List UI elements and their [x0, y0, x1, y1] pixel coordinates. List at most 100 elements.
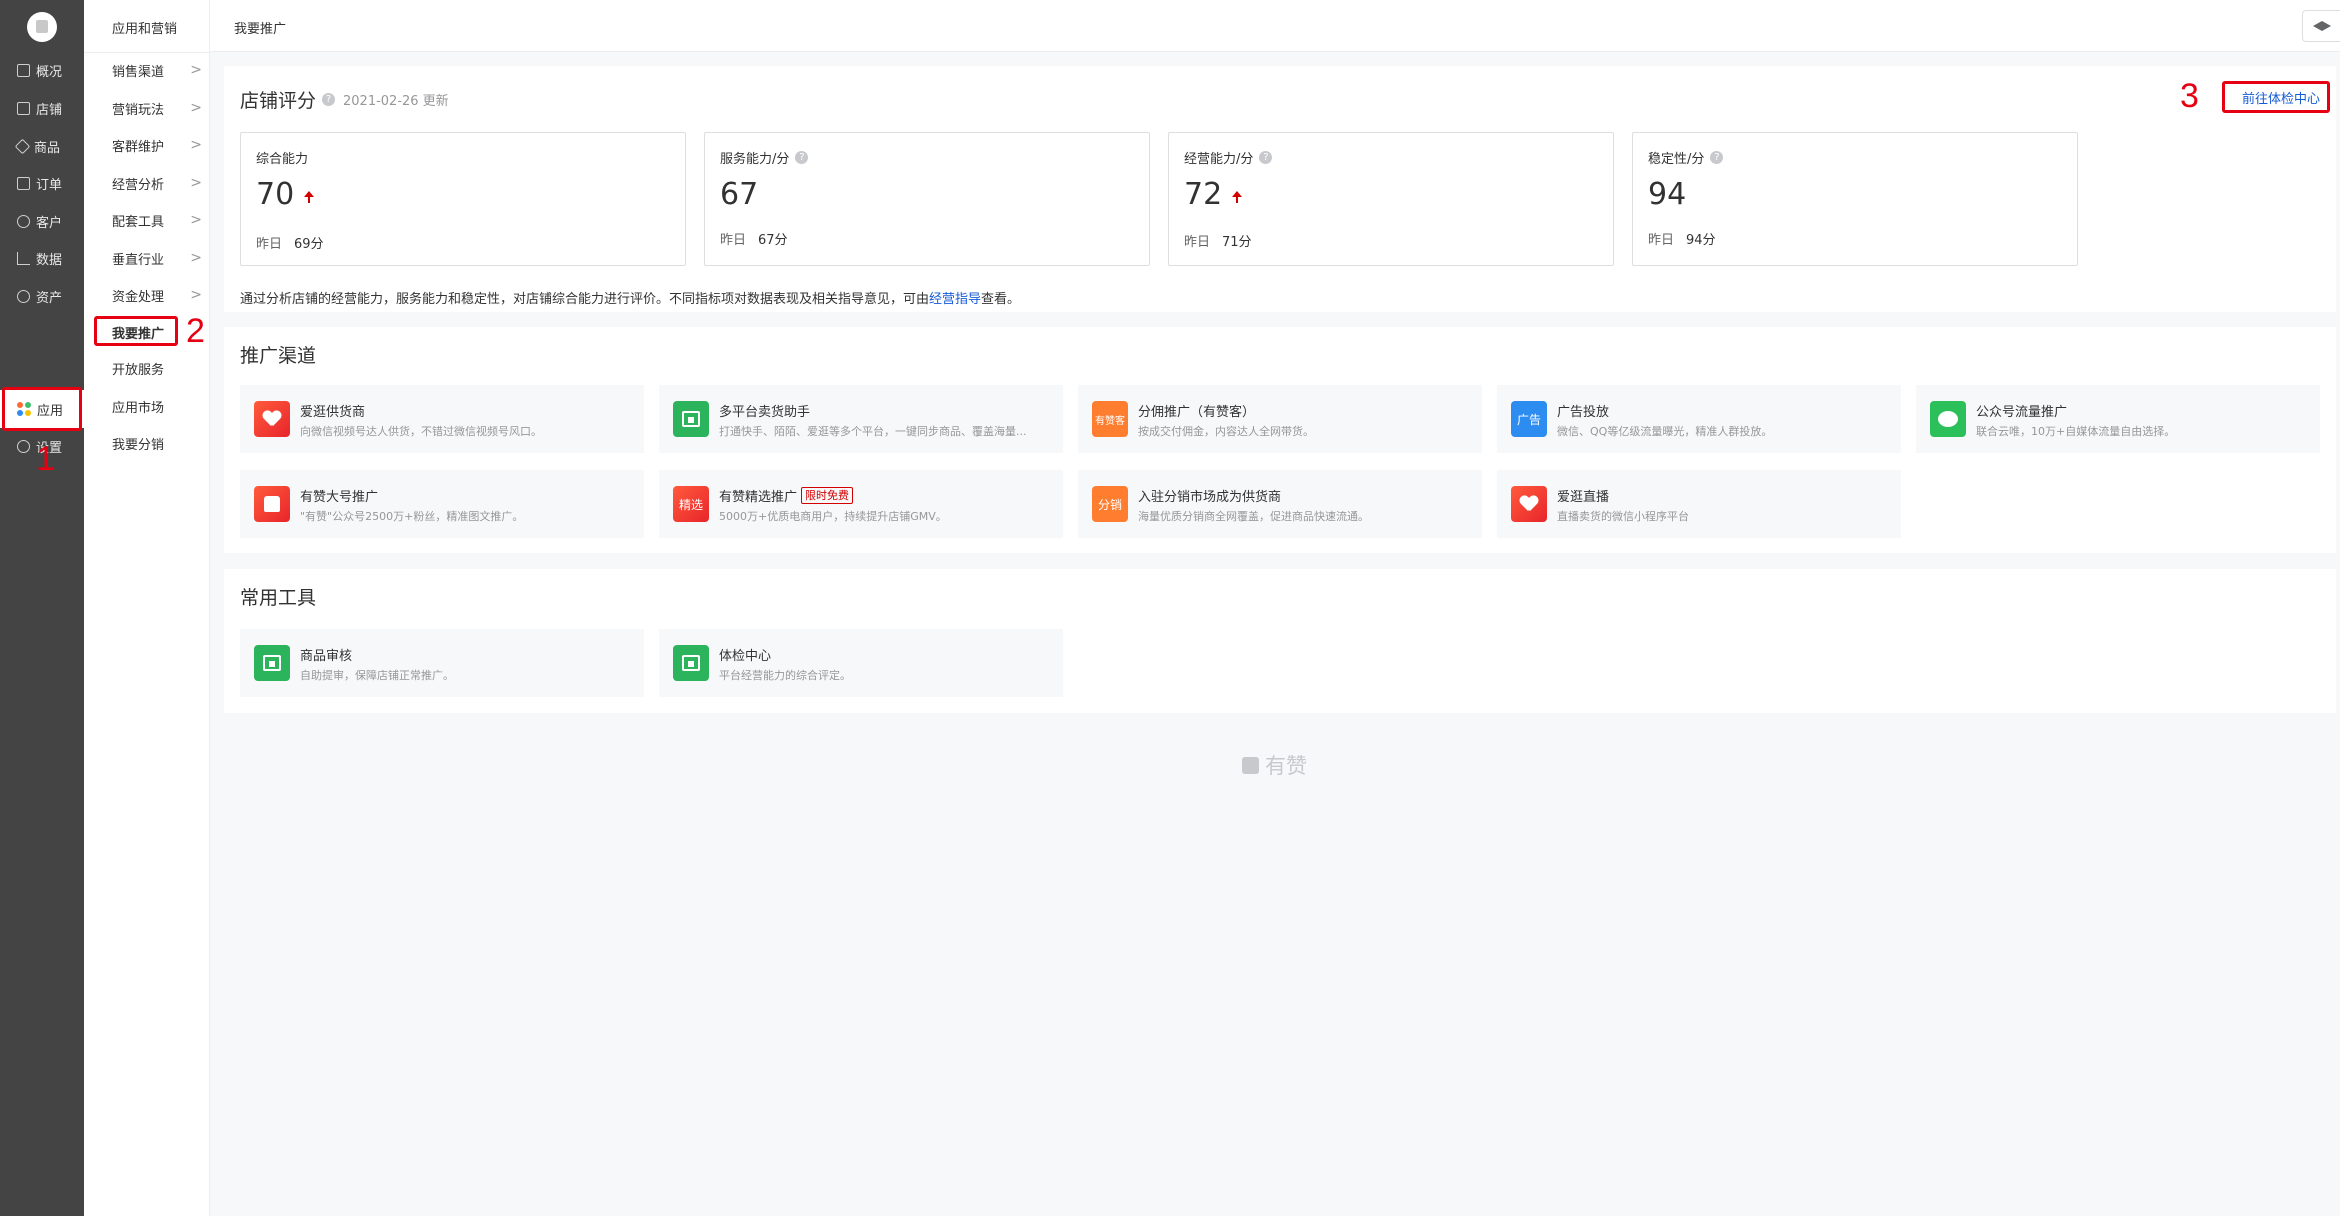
- channel-youzan-selected[interactable]: 精选 有赞精选推广 限时免费 5000万+优质电商用户，持续提升店铺GMV。: [659, 470, 1063, 538]
- thumb-up-icon: [254, 486, 290, 522]
- nav-orders[interactable]: 订单: [0, 165, 84, 201]
- submenu-label: 我要分销: [112, 437, 165, 453]
- nav-goods[interactable]: 商品: [0, 128, 84, 164]
- submenu-item-analysis[interactable]: 经营分析 >: [112, 171, 202, 195]
- channel-name: 广告投放: [1557, 405, 1610, 420]
- arrow-up-icon: [1232, 190, 1243, 203]
- footer-brand-text: 有赞: [1265, 754, 1307, 778]
- score-updated: ? 2021-02-26 更新: [322, 90, 449, 109]
- nav-apps[interactable]: 应用: [0, 390, 84, 428]
- submenu-label: 资金处理: [112, 289, 165, 305]
- help-button[interactable]: [2302, 10, 2340, 42]
- store-icon: [17, 101, 30, 115]
- question-icon[interactable]: ?: [795, 151, 809, 164]
- promotion-channels-panel: 推广渠道 爱逛供货商 向微信视频号达人供货，不错过微信视频号风口。 多平台卖货助…: [224, 327, 2336, 553]
- page-title: 我要推广: [234, 22, 287, 37]
- channel-name: 多平台卖货助手: [719, 405, 811, 420]
- nav-overview[interactable]: 概况: [0, 52, 84, 88]
- apps-icon: [17, 402, 31, 416]
- channel-aiguang-live[interactable]: 爱逛直播 直播卖货的微信小程序平台: [1497, 470, 1901, 538]
- score-updated-text: 2021-02-26 更新: [343, 94, 449, 109]
- order-icon: [17, 176, 30, 190]
- score-card-label: 稳定性/分?: [1648, 148, 1724, 167]
- tool-desc: 自助提审，保障店铺正常推广。: [300, 669, 454, 682]
- divider: [84, 52, 209, 53]
- nav-label: 客户: [36, 215, 63, 231]
- nav-data[interactable]: 数据: [0, 240, 84, 276]
- question-icon[interactable]: ?: [1710, 151, 1724, 164]
- nav-label: 订单: [36, 177, 63, 193]
- question-icon[interactable]: ?: [1259, 151, 1273, 164]
- channel-multi-platform[interactable]: 多平台卖货助手 打通快手、陌陌、爱逛等多个平台，一键同步商品、覆盖海量...: [659, 385, 1063, 453]
- submenu-item-customer-care[interactable]: 客群维护 >: [112, 133, 202, 157]
- score-card-value: 70: [256, 177, 315, 212]
- submenu-label: 应用市场: [112, 400, 165, 416]
- chevron-right-icon: >: [190, 175, 202, 191]
- channel-desc: 海量优质分销商全网覆盖，促进商品快速流通。: [1138, 510, 1369, 523]
- channel-name: 有赞大号推广: [300, 490, 379, 505]
- channel-desc: 5000万+优质电商用户，持续提升店铺GMV。: [719, 510, 947, 523]
- score-card-yesterday: 昨日 94分: [1648, 233, 1716, 248]
- youzan-footer-logo: 有赞: [1242, 750, 1307, 780]
- submenu-label: 开放服务: [112, 362, 165, 378]
- score-card-value: 72: [1184, 177, 1243, 212]
- annotation-number-3: 3: [2180, 77, 2199, 115]
- channel-aiguang-supplier[interactable]: 爱逛供货商 向微信视频号达人供货，不错过微信视频号风口。: [240, 385, 644, 453]
- channel-desc: 直播卖货的微信小程序平台: [1557, 510, 1689, 523]
- nav-assets[interactable]: 资产: [0, 278, 84, 314]
- chart-icon: [17, 251, 30, 265]
- submenu-title: 应用和营销: [112, 22, 178, 37]
- submenu-item-tools[interactable]: 配套工具 >: [112, 208, 202, 232]
- score-card-service: 服务能力/分? 67 昨日 67分: [704, 132, 1150, 266]
- nav-customers[interactable]: 客户: [0, 203, 84, 239]
- submenu-item-marketing[interactable]: 营销玩法 >: [112, 96, 202, 120]
- channel-desc: 打通快手、陌陌、爱逛等多个平台，一键同步商品、覆盖海量...: [719, 425, 1027, 438]
- tools-title: 常用工具: [240, 587, 317, 609]
- graduation-cap-icon: [2312, 21, 2331, 31]
- submenu-label: 经营分析: [112, 177, 165, 193]
- score-card-yesterday: 昨日 71分: [1184, 235, 1252, 250]
- channel-youzanke[interactable]: 有赞客 分佣推广（有赞客） 按成交付佣金，内容达人全网带货。: [1078, 385, 1482, 453]
- score-title: 店铺评分: [240, 90, 317, 112]
- channel-desc: 向微信视频号达人供货，不错过微信视频号风口。: [300, 425, 542, 438]
- tool-desc: 平台经营能力的综合评定。: [719, 669, 851, 682]
- shop-logo-icon[interactable]: [27, 12, 57, 42]
- store-icon: [673, 645, 709, 681]
- heart-icon: [1511, 486, 1547, 522]
- channel-wechat-official[interactable]: 公众号流量推广 联合云唯，10万+自媒体流量自由选择。: [1916, 385, 2320, 453]
- nav-label: 商品: [34, 140, 61, 156]
- monitor-icon: [17, 63, 30, 77]
- free-badge: 限时免费: [801, 487, 854, 504]
- submenu-item-distribution[interactable]: 我要分销: [112, 431, 202, 455]
- page-header: 我要推广: [210, 0, 2340, 52]
- submenu-label: 营销玩法: [112, 102, 165, 118]
- score-card-overall: 综合能力 70 昨日 69分: [240, 132, 686, 266]
- nav-store[interactable]: 店铺: [0, 90, 84, 126]
- nav-label: 数据: [36, 252, 63, 268]
- store-icon: [673, 401, 709, 437]
- score-card-label: 综合能力: [256, 152, 309, 167]
- submenu-item-app-market[interactable]: 应用市场: [112, 394, 202, 418]
- submenu-item-sales-channel[interactable]: 销售渠道 >: [112, 58, 202, 82]
- score-card-label: 服务能力/分?: [720, 148, 809, 167]
- go-checkup-center-link[interactable]: 前往体检中心: [2242, 88, 2320, 107]
- submenu-item-open-service[interactable]: 开放服务: [112, 356, 202, 380]
- tool-goods-review[interactable]: 商品审核 自助提审，保障店铺正常推广。: [240, 629, 644, 697]
- channel-desc: 联合云唯，10万+自媒体流量自由选择。: [1976, 425, 2176, 438]
- score-card-yesterday: 昨日 69分: [256, 237, 324, 252]
- chevron-right-icon: >: [190, 100, 202, 116]
- business-guide-link[interactable]: 经营指导: [929, 292, 981, 307]
- chevron-right-icon: >: [190, 250, 202, 266]
- submenu-item-funds[interactable]: 资金处理 >: [112, 283, 202, 307]
- tool-checkup-center[interactable]: 体检中心 平台经营能力的综合评定。: [659, 629, 1063, 697]
- tool-name: 商品审核: [300, 649, 353, 664]
- submenu-item-vertical[interactable]: 垂直行业 >: [112, 246, 202, 270]
- channel-youzan-big[interactable]: 有赞大号推广 "有赞"公众号2500万+粉丝，精准图文推广。: [240, 470, 644, 538]
- submenu-label: 垂直行业: [112, 252, 165, 268]
- channel-ads[interactable]: 广告 广告投放 微信、QQ等亿级流量曝光，精准人群投放。: [1497, 385, 1901, 453]
- chevron-right-icon: >: [190, 62, 202, 78]
- submenu-label: 我要推广: [112, 326, 165, 342]
- question-icon[interactable]: ?: [322, 93, 335, 106]
- annotation-number-1: 1: [36, 440, 55, 478]
- channel-distribution-supplier[interactable]: 分销 入驻分销市场成为供货商 海量优质分销商全网覆盖，促进商品快速流通。: [1078, 470, 1482, 538]
